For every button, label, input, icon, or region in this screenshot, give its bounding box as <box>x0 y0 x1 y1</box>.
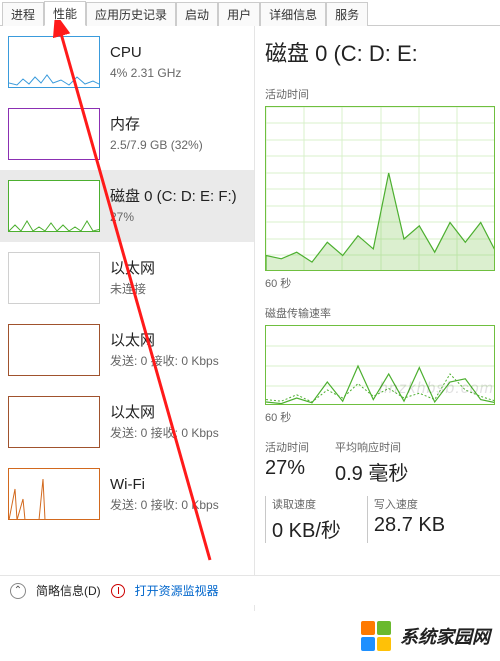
sidebar-item-cpu[interactable]: CPU 4% 2.31 GHz <box>0 26 254 98</box>
active-time-label: 活动时间 <box>265 86 500 102</box>
tab-performance[interactable]: 性能 <box>44 1 86 26</box>
sidebar-sub: 2.5/7.9 GB (32%) <box>110 137 203 153</box>
sidebar-sub: 27% <box>110 209 237 225</box>
sidebar-title: 以太网 <box>110 331 219 351</box>
stat-value: 28.7 KB <box>374 514 445 537</box>
resource-monitor-icon <box>111 584 125 598</box>
sidebar-item-wifi[interactable]: Wi-Fi 发送: 0 接收: 0 Kbps <box>0 458 254 530</box>
tab-startup[interactable]: 启动 <box>176 2 218 26</box>
sidebar-sub: 未连接 <box>110 281 155 297</box>
disk-thumbnail <box>8 180 100 232</box>
chevron-up-icon[interactable]: ⌃ <box>10 583 26 599</box>
sidebar-sub: 发送: 0 接收: 0 Kbps <box>110 353 219 369</box>
tab-app-history[interactable]: 应用历史记录 <box>86 2 176 26</box>
wifi-thumbnail <box>8 468 100 520</box>
stat-label: 活动时间 <box>265 439 309 455</box>
stats-row-bottom: 读取速度 0 KB/秒 写入速度 28.7 KB <box>265 496 500 543</box>
sidebar-title: CPU <box>110 43 181 63</box>
sidebar-item-memory[interactable]: 内存 2.5/7.9 GB (32%) <box>0 98 254 170</box>
branding-bar: 系统家园网 <box>0 611 500 661</box>
stat-label: 读取速度 <box>272 496 341 512</box>
sidebar-sub: 发送: 0 接收: 0 Kbps <box>110 497 219 513</box>
sidebar-sub: 发送: 0 接收: 0 Kbps <box>110 425 219 441</box>
transfer-rate-label: 磁盘传输速率 <box>265 305 500 321</box>
stat-label: 写入速度 <box>374 496 445 512</box>
detail-title: 磁盘 0 (C: D: E: <box>265 36 500 68</box>
sidebar-title: Wi-Fi <box>110 475 219 495</box>
memory-thumbnail <box>8 108 100 160</box>
tab-processes[interactable]: 进程 <box>2 2 44 26</box>
watermark: hnzkhbsb.com <box>379 380 494 398</box>
tab-bar: 进程 性能 应用历史记录 启动 用户 详细信息 服务 <box>0 0 500 26</box>
tab-users[interactable]: 用户 <box>218 2 260 26</box>
main-area: CPU 4% 2.31 GHz 内存 2.5/7.9 GB (32%) 磁盘 0… <box>0 26 500 616</box>
axis-label: 60 秒 <box>265 409 500 425</box>
tab-services[interactable]: 服务 <box>326 2 368 26</box>
ethernet-thumbnail <box>8 252 100 304</box>
bottom-bar: ⌃ 简略信息(D) 打开资源监视器 <box>0 575 500 605</box>
sidebar-item-ethernet-3[interactable]: 以太网 发送: 0 接收: 0 Kbps <box>0 386 254 458</box>
sidebar-title: 以太网 <box>110 259 155 279</box>
tab-details[interactable]: 详细信息 <box>260 2 326 26</box>
performance-sidebar: CPU 4% 2.31 GHz 内存 2.5/7.9 GB (32%) 磁盘 0… <box>0 26 255 616</box>
sidebar-item-disk[interactable]: 磁盘 0 (C: D: E: F:) 27% <box>0 170 254 242</box>
ethernet-thumbnail <box>8 396 100 448</box>
stats-row-top: 活动时间 27% 平均响应时间 0.9 毫秒 <box>265 439 500 486</box>
ethernet-thumbnail <box>8 324 100 376</box>
sidebar-item-ethernet-2[interactable]: 以太网 发送: 0 接收: 0 Kbps <box>0 314 254 386</box>
logo-text: 系统家园网 <box>400 623 490 649</box>
cpu-thumbnail <box>8 36 100 88</box>
sidebar-title: 内存 <box>110 115 203 135</box>
sidebar-sub: 4% 2.31 GHz <box>110 65 181 81</box>
stat-value: 27% <box>265 457 309 480</box>
sidebar-item-ethernet-1[interactable]: 以太网 未连接 <box>0 242 254 314</box>
open-resource-monitor-link[interactable]: 打开资源监视器 <box>135 582 219 599</box>
sidebar-title: 磁盘 0 (C: D: E: F:) <box>110 187 237 207</box>
logo-icon <box>360 620 392 652</box>
stat-label: 平均响应时间 <box>335 439 408 455</box>
stat-value: 0.9 毫秒 <box>335 457 408 486</box>
fewer-details-button[interactable]: 简略信息(D) <box>36 582 101 599</box>
sidebar-title: 以太网 <box>110 403 219 423</box>
stat-value: 0 KB/秒 <box>272 514 341 543</box>
axis-label: 60 秒 <box>265 275 500 291</box>
detail-pane: 磁盘 0 (C: D: E: 活动时间 60 秒 磁盘传输速率 60 秒 <box>255 26 500 616</box>
active-time-chart <box>265 106 495 271</box>
